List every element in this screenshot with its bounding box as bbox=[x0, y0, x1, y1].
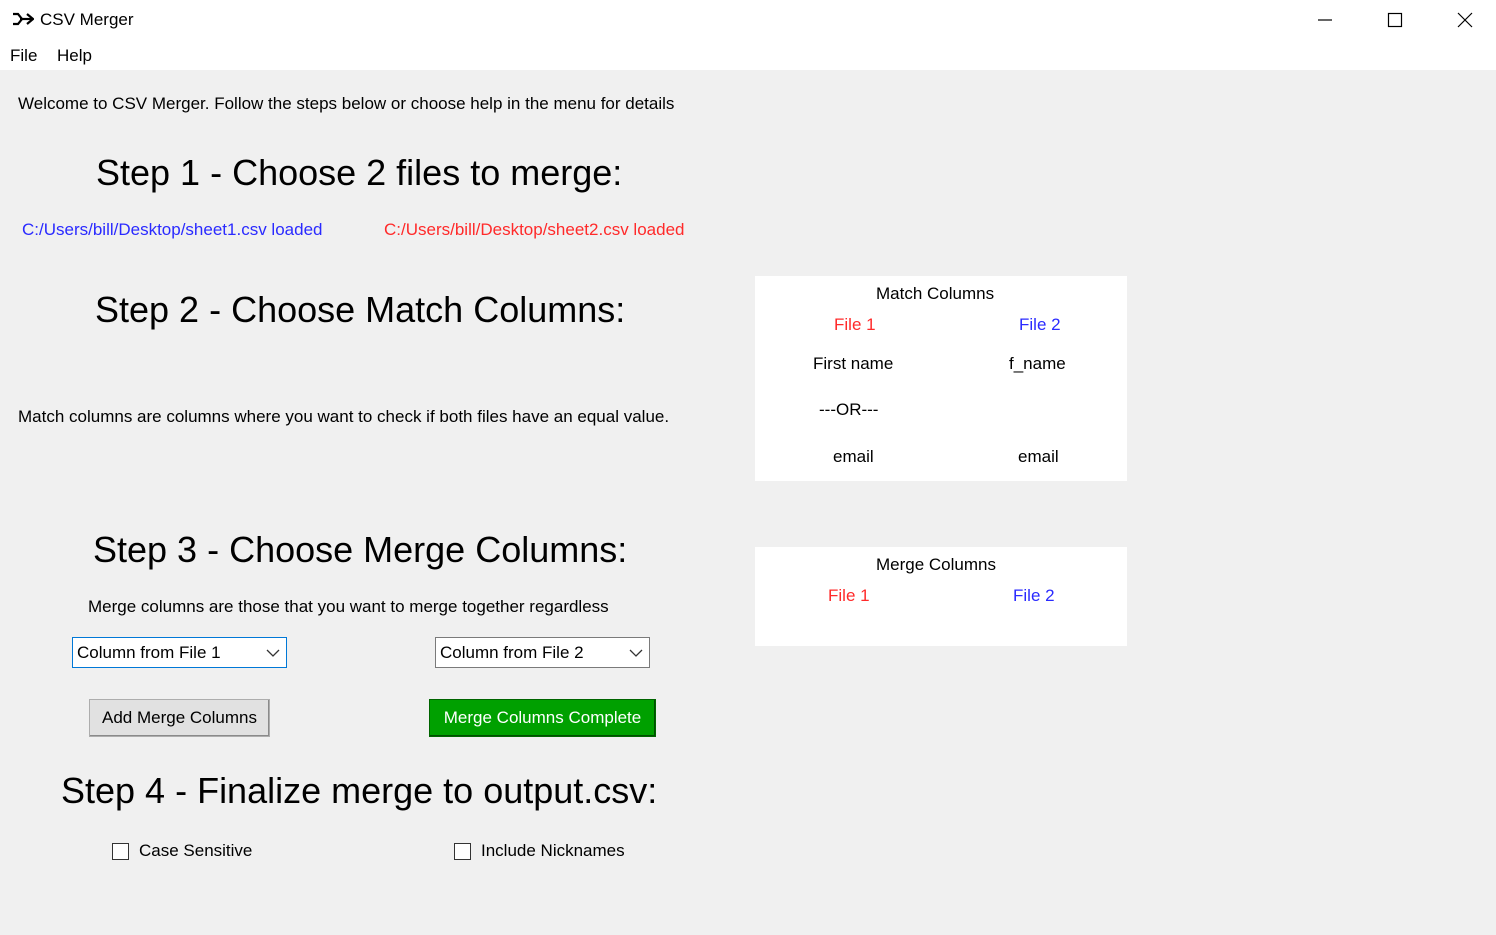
match-row2-file1: email bbox=[833, 447, 874, 466]
match-description: Match columns are columns where you want… bbox=[18, 407, 670, 426]
match-row2-file2: email bbox=[1018, 447, 1059, 466]
step4-heading: Step 4 - Finalize merge to output.csv: bbox=[61, 770, 658, 811]
step3-heading: Step 3 - Choose Merge Columns: bbox=[93, 529, 628, 570]
merge-columns-complete-button[interactable]: Merge Columns Complete bbox=[429, 699, 656, 737]
welcome-text: Welcome to CSV Merger. Follow the steps … bbox=[18, 94, 675, 113]
file2-column-select[interactable]: Column from File 2 bbox=[435, 637, 650, 668]
merge-description: Merge columns are those that you want to… bbox=[88, 597, 609, 616]
checkbox-box[interactable] bbox=[454, 842, 471, 860]
merge-panel-title: Merge Columns bbox=[876, 555, 996, 574]
match-or-separator: ---OR--- bbox=[819, 400, 879, 419]
match-panel-title: Match Columns bbox=[876, 284, 995, 303]
file2-column-value: Column from File 2 bbox=[440, 643, 584, 662]
maximize-button[interactable] bbox=[1360, 0, 1430, 40]
minimize-button[interactable] bbox=[1290, 0, 1360, 40]
file1-column-select[interactable]: Column from File 1 bbox=[72, 637, 287, 668]
window-title: CSV Merger bbox=[40, 10, 134, 29]
case-sensitive-label: Case Sensitive bbox=[139, 841, 253, 860]
add-merge-columns-button[interactable]: Add Merge Columns bbox=[89, 699, 270, 737]
case-sensitive-checkbox[interactable]: Case Sensitive bbox=[112, 841, 252, 861]
maximize-icon bbox=[1387, 12, 1403, 28]
file1-column-value: Column from File 1 bbox=[77, 643, 221, 662]
title-bar: CSV Merger bbox=[0, 0, 1496, 40]
close-icon bbox=[1457, 12, 1473, 28]
close-button[interactable] bbox=[1430, 0, 1496, 40]
step1-heading: Step 1 - Choose 2 files to merge: bbox=[96, 152, 623, 193]
menu-bar: File Help bbox=[0, 40, 1496, 70]
app-icon bbox=[13, 12, 34, 26]
match-row1-file2: f_name bbox=[1009, 354, 1066, 373]
include-nicknames-checkbox[interactable]: Include Nicknames bbox=[454, 841, 625, 861]
checkbox-box[interactable] bbox=[112, 842, 129, 860]
include-nicknames-label: Include Nicknames bbox=[481, 841, 625, 860]
merge-file2-label: File 2 bbox=[1013, 586, 1055, 605]
match-row1-file1: First name bbox=[813, 354, 894, 373]
file2-status: C:/Users/bill/Desktop/sheet2.csv loaded bbox=[384, 220, 685, 239]
merge-columns-panel: Merge Columns File 1 File 2 bbox=[755, 547, 1127, 646]
chevron-down-icon bbox=[266, 649, 280, 657]
match-file1-label: File 1 bbox=[834, 315, 876, 334]
step2-heading: Step 2 - Choose Match Columns: bbox=[95, 289, 626, 330]
minimize-icon bbox=[1318, 19, 1332, 21]
match-file2-label: File 2 bbox=[1019, 315, 1061, 334]
file1-status: C:/Users/bill/Desktop/sheet1.csv loaded bbox=[22, 220, 323, 239]
match-columns-panel: Match Columns File 1 File 2 First name f… bbox=[755, 276, 1127, 481]
menu-file[interactable]: File bbox=[10, 46, 37, 66]
merge-file1-label: File 1 bbox=[828, 586, 870, 605]
menu-help[interactable]: Help bbox=[57, 46, 92, 66]
chevron-down-icon bbox=[629, 649, 643, 657]
